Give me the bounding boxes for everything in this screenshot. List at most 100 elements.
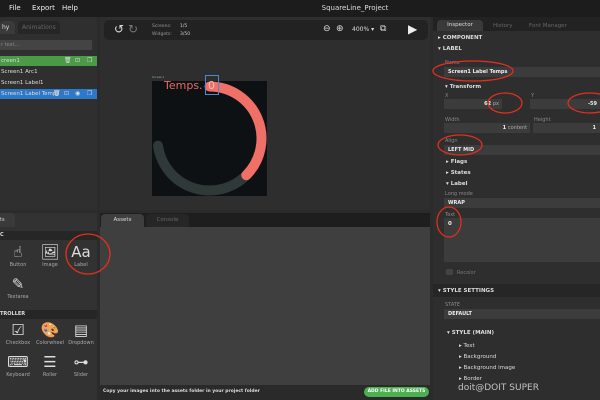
tab-history[interactable]: History <box>493 23 513 29</box>
widgets-label: Widgets: <box>152 32 172 37</box>
style-item-background-image[interactable]: ▸ Background image <box>459 365 515 371</box>
long-mode-dropdown[interactable]: WRAP <box>444 198 600 208</box>
tab-hierarchy[interactable]: hy <box>0 21 15 34</box>
section-title: Transform <box>449 84 482 90</box>
state-label: STATE <box>445 302 461 308</box>
widget-checkbox[interactable]: ☑ Checkbox <box>4 320 32 346</box>
temps-label[interactable]: Temps. <box>164 79 203 92</box>
section-component[interactable]: ▸ COMPONENT <box>438 35 482 41</box>
eye-icon[interactable]: ◉ <box>75 89 80 99</box>
window-title: SquareLine_Project <box>321 4 389 12</box>
widget-label: Roller <box>42 372 58 378</box>
style-settings-toggle[interactable]: ▾ STYLE SETTINGS <box>438 288 494 294</box>
text-textarea[interactable]: 0 <box>444 218 600 262</box>
height-input[interactable]: 1 <box>533 123 600 133</box>
watermark: doit@DOIT SUPER <box>458 383 539 393</box>
label-toggle[interactable]: ▾ Label <box>446 181 467 187</box>
widget-textarea[interactable]: ✎ Textarea <box>4 274 32 300</box>
tab-font-manager[interactable]: Font Manager <box>529 23 567 29</box>
zoom-value: 400% <box>352 26 370 33</box>
section-title: STYLE SETTINGS <box>442 288 495 294</box>
screens-label: Screens: <box>152 24 172 29</box>
menu-export[interactable]: Export <box>32 4 55 12</box>
zoom-out-icon[interactable]: ⊖ <box>323 24 331 34</box>
widget-keyboard[interactable]: ⌨ Keyboard <box>4 352 32 378</box>
widget-roller[interactable]: ☰ Roller <box>36 352 64 378</box>
width-unit: content <box>507 125 527 131</box>
zoom-in-icon[interactable]: ⊕ <box>336 24 344 34</box>
x-input[interactable]: 62 px <box>444 99 502 109</box>
tab-inspector[interactable]: Inspector <box>437 20 483 31</box>
delete-icon[interactable]: 🗑 <box>64 56 72 66</box>
tree-item-label1[interactable]: Screen1 Label1 <box>0 78 97 88</box>
tree-item-label-temps[interactable]: Screen1 Label Temps 🗑 ⊡ ◉ ❐ <box>0 89 97 99</box>
widget-label: Dropdown <box>68 340 94 346</box>
selected-label-temps[interactable]: 0 <box>205 75 219 95</box>
style-item-label: Border <box>463 376 482 382</box>
tab-widgets[interactable]: ts <box>0 213 15 227</box>
menu-help[interactable]: Help <box>62 4 78 12</box>
section-label[interactable]: ▾ LABEL <box>438 46 462 52</box>
widget-button[interactable]: ☝ Button <box>4 242 32 268</box>
widget-colorwheel[interactable]: 🎨 Colorwheel <box>36 320 64 346</box>
screen-name-tag: Screen1 <box>152 75 165 79</box>
keyboard-icon: ⌨ <box>7 353 29 371</box>
y-input[interactable]: -59 <box>530 99 600 109</box>
temps-value: 0 <box>208 79 215 92</box>
tab-animations[interactable]: Animations <box>18 21 60 34</box>
lock-icon[interactable]: ⊡ <box>75 56 80 66</box>
hierarchy-search-input[interactable]: r text... <box>0 40 92 50</box>
name-input[interactable]: Screen1 Label Temps <box>444 67 600 77</box>
slider-icon: ⊶ <box>73 353 89 371</box>
widget-slider[interactable]: ⊶ Slider <box>67 352 95 378</box>
tree-item-screen1[interactable]: creen1 🗑 ⊡ ❐ <box>0 56 97 66</box>
redo-icon[interactable]: ↻ <box>128 22 138 36</box>
widget-label: Button <box>9 262 27 268</box>
lock-icon[interactable]: ⊡ <box>64 89 69 99</box>
widget-label[interactable]: Aa Label <box>67 242 95 268</box>
style-item-background[interactable]: ▸ Background <box>459 354 496 360</box>
widget-image[interactable]: 🖼 Image <box>36 242 64 268</box>
state-dropdown[interactable]: DEFAULT <box>444 309 600 319</box>
style-item-border[interactable]: ▸ Border <box>459 376 482 382</box>
screens-count: 1/5 <box>180 24 188 29</box>
align-dropdown[interactable]: LEFT MID <box>444 145 600 155</box>
play-icon[interactable]: ▶ <box>408 22 417 36</box>
style-item-label: Text <box>463 343 475 349</box>
states-toggle[interactable]: ▸ States <box>446 170 471 176</box>
widget-dropdown[interactable]: ▤ Dropdown <box>67 320 95 346</box>
arc-background <box>153 140 252 196</box>
widget-label: Slider <box>73 372 89 378</box>
fit-screen-icon[interactable]: ⧉ <box>380 24 386 34</box>
menu-file[interactable]: File <box>9 4 21 12</box>
checkbox-icon: ☑ <box>11 321 25 339</box>
tree-item-label: creen1 <box>1 58 20 64</box>
tree-item-arc1[interactable]: Screen1 Arc1 <box>0 67 97 77</box>
transform-toggle[interactable]: ▾ Transform <box>445 84 481 90</box>
widgets-count: 3/50 <box>180 32 191 37</box>
tab-console[interactable]: Console <box>146 214 189 227</box>
style-item-text[interactable]: ▸ Text <box>459 343 475 349</box>
section-title: LABEL <box>442 46 462 52</box>
recolor-checkbox[interactable] <box>446 269 453 275</box>
zoom-level-dropdown[interactable]: 400% ▾ <box>352 26 374 33</box>
delete-icon[interactable]: 🗑 <box>53 89 61 99</box>
section-title: States <box>450 170 471 176</box>
tree-item-label: Screen1 Label Temps <box>1 91 60 97</box>
style-item-label: Background <box>463 354 497 360</box>
style-main-toggle[interactable]: ▾ STYLE (MAIN) <box>447 330 494 336</box>
recolor-label: Recolor <box>457 270 476 276</box>
tab-assets[interactable]: Assets <box>101 214 144 227</box>
undo-icon[interactable]: ↺ <box>114 22 124 36</box>
long-mode-label: Long mode <box>445 191 473 197</box>
width-input[interactable]: 1 content <box>444 123 530 133</box>
flags-toggle[interactable]: ▸ Flags <box>446 159 467 165</box>
textarea-icon: ✎ <box>11 275 25 293</box>
arc-widget[interactable] <box>152 81 267 196</box>
copy-icon[interactable]: ❐ <box>87 89 92 99</box>
label-icon: Aa <box>71 243 91 261</box>
section-title: Flags <box>450 159 468 165</box>
add-file-button[interactable]: ADD FILE INTO ASSETS <box>364 387 429 397</box>
copy-icon[interactable]: ❐ <box>87 56 92 66</box>
section-title: Label <box>450 181 468 187</box>
